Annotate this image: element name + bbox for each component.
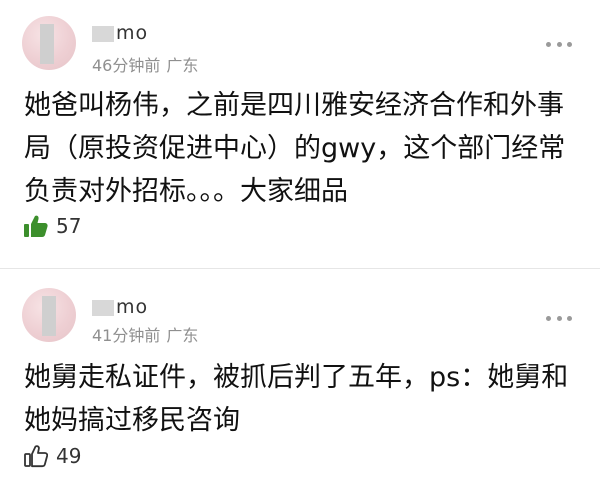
comment-text: 她舅走私证件，被抓后判了五年，ps：她舅和她妈搞过移民咨询 [24, 362, 569, 436]
like-count: 57 [56, 214, 82, 238]
comment-location: 广东 [166, 326, 199, 345]
comment-meta: 46分钟前 广东 [92, 52, 198, 76]
thumbs-up-filled-icon [24, 215, 48, 237]
avatar-blur [42, 296, 56, 336]
username[interactable]: mo [92, 22, 148, 44]
more-dots-icon[interactable] [546, 314, 572, 322]
username-mask [92, 25, 114, 42]
username-text: mo [116, 22, 149, 44]
comment-item: mo 46分钟前 广东 她爸叫杨伟，之前是四川雅安经济合作和外事局（原投资促进中心… [0, 0, 600, 268]
like-button[interactable]: 57 [24, 214, 81, 238]
like-button[interactable]: 49 [24, 444, 81, 468]
comment-meta: 41分钟前 广东 [92, 322, 198, 346]
comment-item: mo 41分钟前 广东 她舅走私证件，被抓后判了五年，ps：她舅和她妈搞过移民咨询… [0, 268, 600, 482]
avatar[interactable] [22, 288, 76, 342]
comment-location: 广东 [166, 56, 199, 75]
like-count: 49 [56, 444, 82, 468]
comment-time: 41分钟前 [92, 326, 161, 345]
comment-time: 46分钟前 [92, 56, 161, 75]
comment-text: 她爸叫杨伟，之前是四川雅安经济合作和外事局（原投资促进中心）的gwy，这个部门经… [24, 90, 566, 207]
more-dots-icon[interactable] [546, 40, 572, 48]
username[interactable]: mo [92, 296, 148, 318]
thumbs-up-outline-icon [24, 444, 48, 468]
username-mask [92, 299, 114, 316]
username-text: mo [116, 296, 149, 318]
avatar[interactable] [22, 16, 76, 70]
avatar-blur [40, 24, 54, 64]
